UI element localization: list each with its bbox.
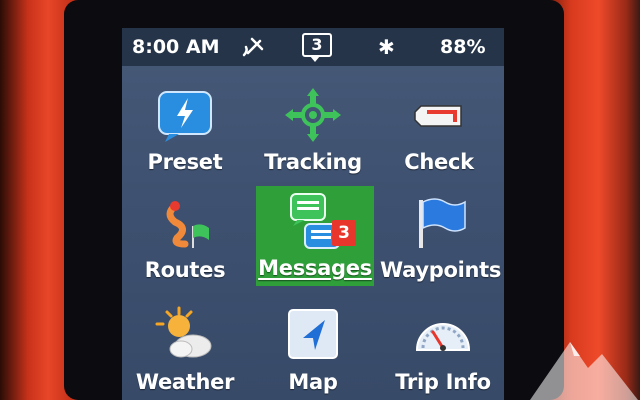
menu-item-weather[interactable]: Weather: [126, 300, 244, 400]
menu-item-label: Weather: [135, 370, 235, 394]
message-icon: 3: [302, 33, 332, 62]
status-time: 8:00 AM: [132, 36, 220, 58]
bluetooth-icon: ✱: [378, 35, 395, 59]
map-icon: [288, 309, 338, 359]
menu-item-messages[interactable]: 3 Messages: [256, 186, 374, 286]
menu-item-label: Routes: [144, 258, 226, 282]
status-bar: 8:00 AM 3 ✱ 88%: [122, 28, 504, 66]
menu-item-label: Tracking: [264, 150, 362, 174]
trip-info-gauge-icon: [415, 323, 471, 351]
menu-item-trip-info[interactable]: Trip Info: [384, 300, 502, 400]
menu-item-waypoints[interactable]: Waypoints: [380, 188, 502, 288]
menu-item-check[interactable]: Check: [380, 80, 498, 180]
menu-item-label: Preset: [147, 150, 223, 174]
waypoint-flag-icon: [419, 198, 466, 248]
menu-item-routes[interactable]: Routes: [126, 188, 244, 288]
menu-item-preset[interactable]: Preset: [126, 80, 244, 180]
menu-item-label: Trip Info: [395, 370, 491, 394]
device-screen: 8:00 AM 3 ✱ 88% Preset Tracking Check Ro…: [122, 28, 504, 400]
unread-badge: 3: [332, 220, 356, 246]
battery-level: 88%: [440, 36, 486, 58]
menu-item-map[interactable]: Map: [254, 300, 372, 400]
satellite-icon: [242, 37, 264, 57]
weather-icon: [155, 306, 212, 358]
status-unread-count: 3: [311, 35, 323, 54]
watermark-logo: [530, 342, 638, 400]
menu-item-tracking[interactable]: Tracking: [254, 80, 372, 180]
routes-icon: [166, 201, 209, 248]
menu-item-label: Messages: [258, 256, 372, 280]
tracking-crosshair-icon: [285, 88, 341, 142]
check-in-icon: [414, 105, 462, 127]
menu-item-label: Waypoints: [380, 258, 502, 282]
menu-item-label: Check: [404, 150, 474, 174]
preset-lightning-icon: [158, 91, 212, 142]
menu-item-label: Map: [288, 370, 338, 394]
